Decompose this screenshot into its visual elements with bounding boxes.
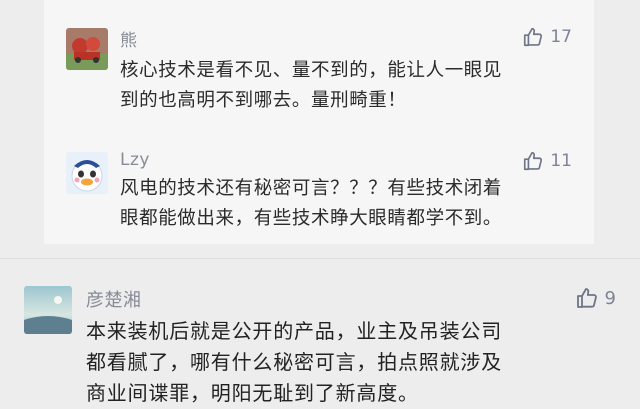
- reply-section: 熊 17 核心技术是看不见、量不到的，能让人一眼见 到的也高明不到哪去。量刑畸重…: [44, 0, 594, 244]
- reply-item: Lzy 11 风电的技术还有秘密可言？？？有些技术闭着 眼都能做出来，有些技术睁…: [44, 130, 594, 244]
- comment-username[interactable]: 彦楚湘: [86, 286, 142, 312]
- comment-text-line: 本来装机后就是公开的产品，业主及吊装公司: [86, 319, 502, 343]
- avatar[interactable]: [66, 152, 108, 194]
- comment-text: 本来装机后就是公开的产品，业主及吊装公司 都看腻了，哪有什么秘密可言，拍点照就涉…: [86, 316, 502, 409]
- like-count: 17: [550, 27, 572, 47]
- thumbs-up-icon: [575, 286, 599, 310]
- comment-item: 彦楚湘 9 本来装机后就是公开的产品，业主及吊装公司 都看腻了，哪有什么秘密可言…: [0, 262, 640, 408]
- thumbs-up-icon: [522, 150, 544, 172]
- like-count: 11: [550, 151, 572, 171]
- reply-username[interactable]: 熊: [120, 26, 138, 51]
- avatar[interactable]: [66, 28, 108, 70]
- like-count: 9: [604, 287, 616, 309]
- reply-text-line: 风电的技术还有秘密可言？？？有些技术闭着: [120, 178, 503, 199]
- reply-text-line: 眼都能做出来，有些技术睁大眼睛都学不到。: [120, 208, 503, 229]
- comment-text-line: 都看腻了，哪有什么秘密可言，拍点照就涉及: [86, 350, 502, 374]
- like-button[interactable]: 17: [522, 26, 572, 48]
- reply-username[interactable]: Lzy: [120, 150, 150, 170]
- like-button[interactable]: 11: [522, 150, 572, 172]
- comment-text-line: 商业间谍罪，明阳无耻到了新高度。: [86, 381, 419, 405]
- reply-text: 风电的技术还有秘密可言？？？有些技术闭着 眼都能做出来，有些技术睁大眼睛都学不到…: [120, 174, 502, 234]
- divider: [0, 258, 640, 259]
- reply-text-line: 到的也高明不到哪去。量刑畸重！: [120, 90, 407, 111]
- reply-text: 核心技术是看不见、量不到的，能让人一眼见 到的也高明不到哪去。量刑畸重！: [120, 56, 502, 116]
- reply-text-line: 核心技术是看不见、量不到的，能让人一眼见: [120, 60, 503, 81]
- reply-item: 熊 17 核心技术是看不见、量不到的，能让人一眼见 到的也高明不到哪去。量刑畸重…: [44, 0, 594, 130]
- like-button[interactable]: 9: [575, 286, 616, 310]
- comment-thread: 熊 17 核心技术是看不见、量不到的，能让人一眼见 到的也高明不到哪去。量刑畸重…: [0, 0, 640, 408]
- thumbs-up-icon: [522, 26, 544, 48]
- avatar[interactable]: [24, 286, 72, 334]
